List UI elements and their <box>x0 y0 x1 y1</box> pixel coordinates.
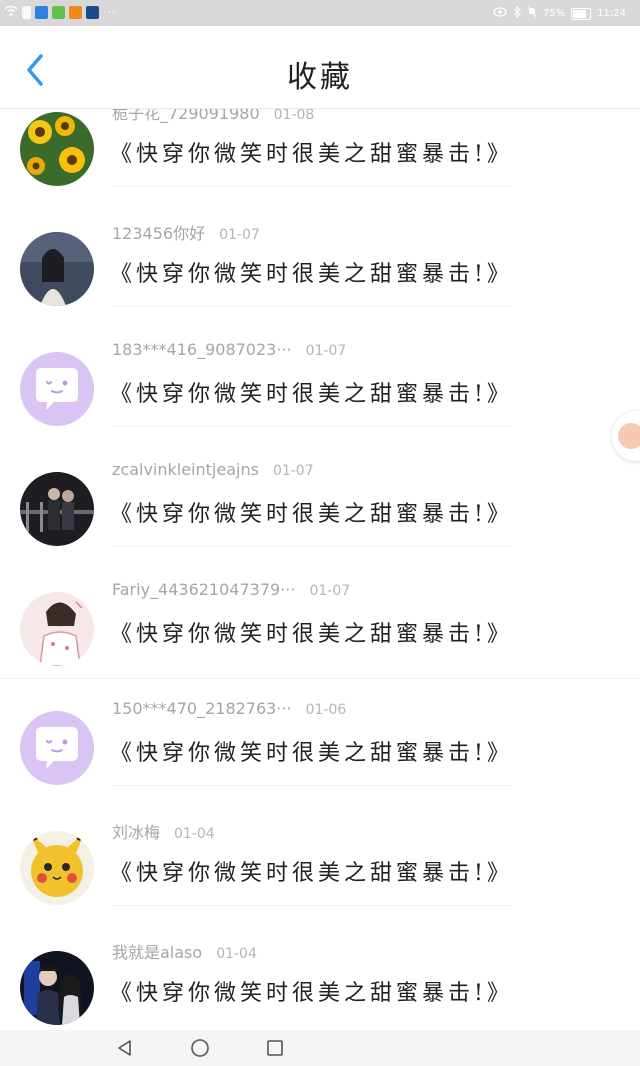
item-meta: 栀子花_729091980 01-08 <box>112 108 314 124</box>
item-date: 01-07 <box>305 343 347 359</box>
more-notifications: ··· <box>103 6 117 19</box>
video-app-icon <box>69 6 82 19</box>
item-date: 01-07 <box>272 463 314 479</box>
favorites-list: 栀子花_729091980 01-08 《快穿你微笑时很美之甜蜜暴击!》 1234… <box>0 108 640 1030</box>
book-title[interactable]: 《快穿你微笑时很美之甜蜜暴击!》 <box>110 855 513 887</box>
badge-icon <box>618 423 640 449</box>
user-name[interactable]: 150***470_2182763··· <box>112 699 292 718</box>
book-title[interactable]: 《快穿你微笑时很美之甜蜜暴击!》 <box>110 975 513 1007</box>
book-title[interactable]: 《快穿你微笑时很美之甜蜜暴击!》 <box>110 616 513 648</box>
item-date: 01-04 <box>216 946 257 962</box>
list-item[interactable]: 183***416_9087023··· 01-07 《快穿你微笑时很美之甜蜜暴击… <box>0 340 640 460</box>
book-title[interactable]: 《快穿你微笑时很美之甜蜜暴击!》 <box>110 496 513 528</box>
mute-icon <box>527 6 537 21</box>
item-date: 01-07 <box>219 227 260 243</box>
eye-icon <box>493 7 507 20</box>
triangle-back-icon <box>118 1040 131 1056</box>
nav-back-button[interactable] <box>115 1038 135 1058</box>
battery-icon <box>571 7 592 20</box>
list-item[interactable]: 刘冰梅 01-04 《快穿你微笑时很美之甜蜜暴击!》 <box>0 819 640 939</box>
item-date: 01-04 <box>174 826 215 842</box>
user-name[interactable]: zcalvinkleintjeajns <box>112 460 259 479</box>
item-meta: 123456你好 01-07 <box>112 220 260 244</box>
item-date: 01-07 <box>309 583 351 599</box>
divider <box>112 186 512 187</box>
nav-home-button[interactable] <box>190 1038 210 1058</box>
square-recents-icon <box>267 1040 283 1056</box>
avatar[interactable] <box>20 112 94 186</box>
avatar[interactable] <box>20 951 94 1025</box>
default-avatar[interactable] <box>20 711 94 785</box>
divider <box>112 306 512 307</box>
avatar[interactable] <box>20 592 94 666</box>
divider <box>0 678 640 679</box>
divider <box>112 546 512 547</box>
user-name[interactable]: 刘冰梅 <box>112 823 160 842</box>
user-name[interactable]: 123456你好 <box>112 224 205 243</box>
item-meta: 150***470_2182763··· 01-06 <box>112 699 346 718</box>
notification-icons: ··· <box>4 5 117 20</box>
app-notification-icon <box>35 6 48 19</box>
avatar[interactable] <box>20 472 94 546</box>
list-item[interactable]: 我就是alaso 01-04 《快穿你微笑时很美之甜蜜暴击!》 <box>0 939 640 1030</box>
divider <box>112 785 512 786</box>
item-meta: zcalvinkleintjeajns 01-07 <box>112 460 314 479</box>
default-avatar[interactable] <box>20 352 94 426</box>
status-bar: ··· 75% 11:24 <box>0 0 640 26</box>
system-nav-bar <box>0 1030 640 1066</box>
sim-icon <box>22 6 31 19</box>
list-item[interactable]: 123456你好 01-07 《快穿你微笑时很美之甜蜜暴击!》 <box>0 220 640 340</box>
avatar[interactable] <box>20 831 94 905</box>
app-header: 收藏 <box>0 26 640 109</box>
wifi-icon <box>4 5 18 20</box>
battery-percent: 75% <box>542 8 566 19</box>
nav-recents-button[interactable] <box>265 1038 285 1058</box>
user-name[interactable]: 183***416_9087023··· <box>112 340 292 359</box>
divider <box>112 426 512 427</box>
app-icon <box>86 6 99 19</box>
user-name[interactable]: Fariy_443621047379··· <box>112 580 295 599</box>
book-title[interactable]: 《快穿你微笑时很美之甜蜜暴击!》 <box>110 136 513 168</box>
circle-home-icon <box>191 1039 209 1057</box>
user-name[interactable]: 栀子花_729091980 <box>112 108 260 123</box>
list-item[interactable]: 栀子花_729091980 01-08 《快穿你微笑时很美之甜蜜暴击!》 <box>0 108 640 220</box>
list-item[interactable]: Fariy_443621047379··· 01-07 《快穿你微笑时很美之甜蜜暴… <box>0 580 640 700</box>
bluetooth-icon <box>513 5 521 21</box>
item-date: 01-06 <box>305 702 347 718</box>
clock: 11:24 <box>597 8 626 19</box>
item-date: 01-08 <box>273 108 315 123</box>
item-meta: 我就是alaso 01-04 <box>112 939 257 963</box>
item-meta: 刘冰梅 01-04 <box>112 819 215 843</box>
list-item[interactable]: 150***470_2182763··· 01-06 《快穿你微笑时很美之甜蜜暴击… <box>0 699 640 819</box>
divider <box>112 905 512 906</box>
item-meta: 183***416_9087023··· 01-07 <box>112 340 346 359</box>
page-title: 收藏 <box>287 60 353 95</box>
avatar[interactable] <box>20 232 94 306</box>
wechat-icon <box>52 6 65 19</box>
item-meta: Fariy_443621047379··· 01-07 <box>112 580 350 599</box>
book-title[interactable]: 《快穿你微笑时很美之甜蜜暴击!》 <box>110 376 513 408</box>
user-name[interactable]: 我就是alaso <box>112 943 202 962</box>
book-title[interactable]: 《快穿你微笑时很美之甜蜜暴击!》 <box>110 256 513 288</box>
book-title[interactable]: 《快穿你微笑时很美之甜蜜暴击!》 <box>110 735 513 767</box>
list-item[interactable]: zcalvinkleintjeajns 01-07 《快穿你微笑时很美之甜蜜暴击!… <box>0 460 640 580</box>
